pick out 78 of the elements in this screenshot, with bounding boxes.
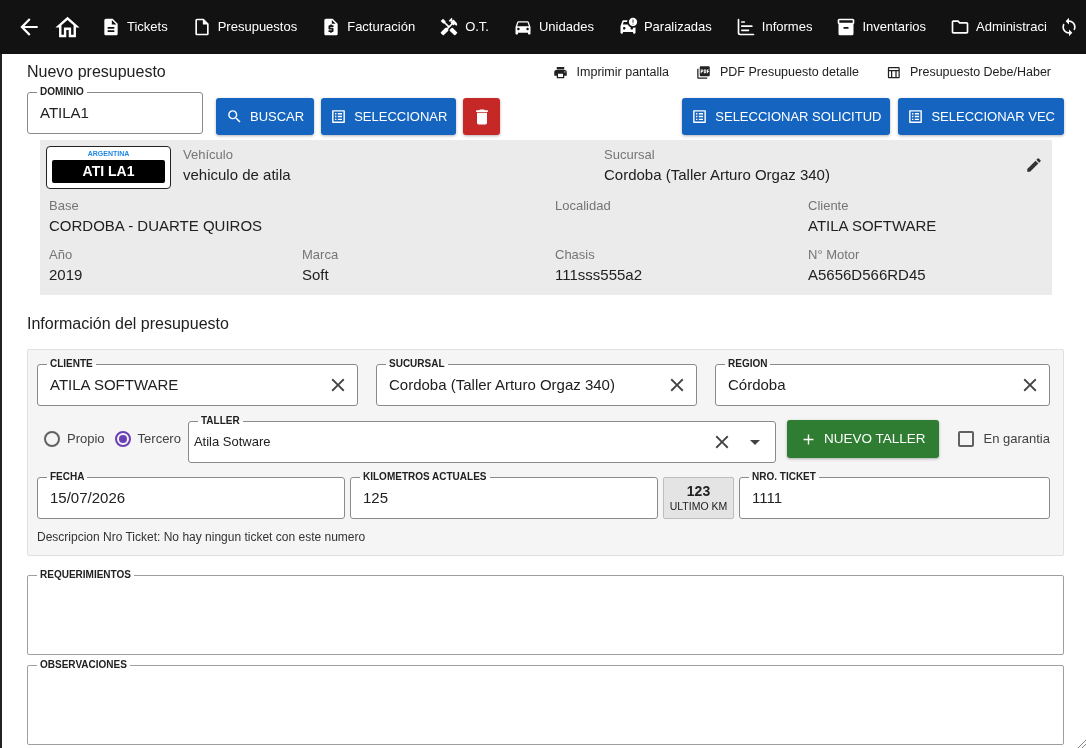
- select-field[interactable]: TALLER Atila Sotware: [187, 415, 776, 463]
- field-label: Chasis: [555, 247, 596, 263]
- nav-item[interactable]: Administraci: [950, 17, 1047, 37]
- field-label: NRO. TICKET: [751, 471, 817, 483]
- document-icon: [101, 17, 121, 37]
- list-icon: [691, 108, 709, 125]
- field-label: KILOMETROS ACTUALES: [362, 471, 488, 483]
- page-title: Nuevo presupuesto: [27, 62, 166, 82]
- toolbar-link[interactable]: Imprimir pantalla: [552, 62, 669, 82]
- nav-item[interactable]: O.T.: [439, 17, 489, 37]
- list-icon: [907, 108, 925, 125]
- field-label: Cliente: [808, 198, 850, 214]
- field-value: CORDOBA - DUARTE QUIROS: [49, 216, 264, 236]
- list-icon: [330, 108, 348, 125]
- nav-item[interactable]: Facturación: [321, 17, 416, 37]
- print-icon: [552, 64, 568, 80]
- select-button[interactable]: SELECCIONAR VEC: [898, 98, 1064, 135]
- nav-item[interactable]: Inventarios: [836, 17, 926, 37]
- ticket-description: Descripcion Nro Ticket: No hay ningun ticket con este numero: [37, 530, 367, 544]
- field-label: N° Motor: [808, 247, 861, 263]
- archive-box-icon: [836, 17, 857, 37]
- field-label: Base: [49, 198, 80, 214]
- search-icon: [226, 108, 243, 125]
- toolbar-link[interactable]: PDF Presupuesto detalle: [695, 62, 859, 82]
- input-field[interactable]: SUCURSAL Cordoba (Taller Arturo Orgaz 340): [376, 358, 697, 406]
- tools-icon: [439, 17, 460, 37]
- input-field[interactable]: DOMINIO ATILA1: [27, 86, 203, 134]
- edit-icon[interactable]: [1025, 156, 1043, 174]
- select-button[interactable]: SELECCIONAR: [321, 98, 457, 135]
- nav-item[interactable]: Tickets: [101, 17, 168, 37]
- radio-option[interactable]: Tercero: [114, 429, 181, 449]
- input-field[interactable]: KILOMETROS ACTUALES 125: [350, 471, 658, 519]
- checkbox-option[interactable]: En garantia: [957, 429, 1050, 449]
- section-title: Información del presupuesto: [27, 314, 230, 334]
- field-label: TALLER: [199, 415, 241, 427]
- field-label: OBSERVACIONES: [39, 659, 128, 671]
- field-label: REQUERIMIENTOS: [39, 569, 132, 581]
- nav-item[interactable]: Presupuestos: [191, 17, 298, 37]
- plate-number: ATI LA1: [52, 160, 165, 183]
- last-mileage-label: ULTIMO KM: [669, 500, 728, 513]
- delete-button[interactable]: [463, 98, 501, 135]
- field-value: A5656D566RD45: [808, 265, 927, 285]
- field-value: Cordoba (Taller Arturo Orgaz 340): [604, 165, 831, 185]
- nav-item[interactable]: Informes: [735, 17, 813, 37]
- radio-option[interactable]: Propio: [44, 429, 105, 449]
- table-icon: [885, 64, 901, 80]
- toolbar-link[interactable]: Presupuesto Debe/Haber: [885, 62, 1051, 82]
- bar-chart-icon: [735, 17, 756, 37]
- field-value: ATILA SOFTWARE: [808, 216, 938, 236]
- field-label: Marca: [302, 247, 340, 263]
- field-label: Vehículo: [183, 147, 234, 163]
- field-label: Sucursal: [604, 147, 656, 163]
- field-value: Soft: [302, 265, 330, 285]
- text-area[interactable]: OBSERVACIONES: [27, 659, 1064, 745]
- field-value: vehiculo de atila: [183, 165, 292, 185]
- field-label: Año: [49, 247, 74, 263]
- field-label: SUCURSAL: [388, 358, 446, 370]
- field-label: CLIENTE: [49, 358, 94, 370]
- field-label: Localidad: [555, 198, 612, 214]
- select-button[interactable]: SELECCIONAR SOLICITUD: [682, 98, 891, 135]
- input-field[interactable]: NRO. TICKET 1111: [739, 471, 1050, 519]
- search-button[interactable]: BUSCAR: [216, 98, 315, 135]
- text-area[interactable]: REQUERIMIENTOS: [27, 569, 1064, 655]
- input-field[interactable]: FECHA 15/07/2026: [37, 471, 345, 519]
- resize-grip-icon[interactable]: [1078, 740, 1086, 748]
- pdf-icon: [695, 64, 711, 80]
- nav-item[interactable]: Paralizadas: [617, 17, 712, 37]
- field-value: 111sss555a2: [555, 265, 643, 285]
- field-value: 2019: [49, 265, 84, 285]
- field-label: DOMINIO: [39, 86, 85, 98]
- field-label: FECHA: [49, 471, 86, 483]
- field-label: REGION: [727, 358, 769, 370]
- nav-item[interactable]: Unidades: [512, 17, 594, 37]
- last-mileage-value: 123: [686, 483, 711, 500]
- folder-icon: [950, 17, 970, 37]
- input-field[interactable]: CLIENTE ATILA SOFTWARE: [37, 358, 358, 406]
- input-field[interactable]: REGION Córdoba: [715, 358, 1050, 406]
- new-workshop-button[interactable]: NUEVO TALLER: [786, 420, 939, 458]
